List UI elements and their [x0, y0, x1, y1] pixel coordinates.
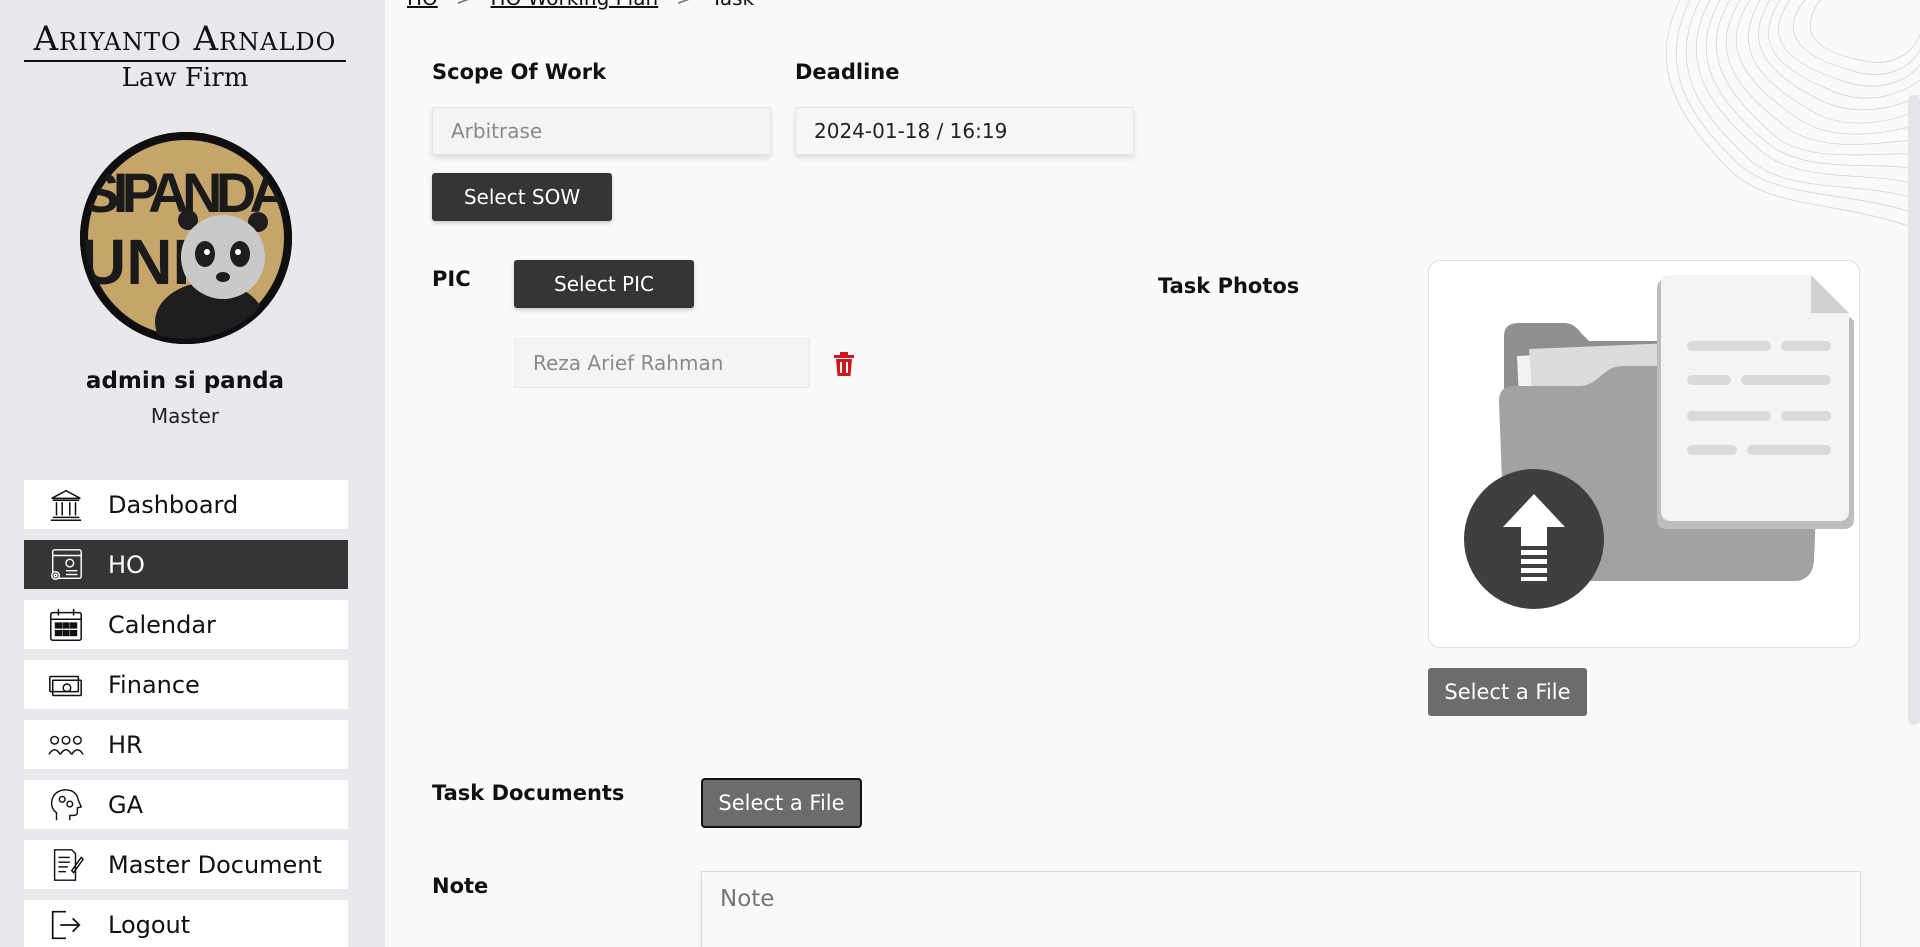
sidebar-edge — [372, 0, 385, 910]
sidebar-item-label: Master Document — [108, 850, 322, 879]
scrollbar[interactable] — [1908, 95, 1920, 725]
task-photos-label: Task Photos — [1158, 274, 1300, 298]
scope-of-work-field[interactable]: Arbitrase — [432, 107, 771, 155]
office-settings-icon — [36, 540, 96, 589]
sidebar-item-label: Calendar — [108, 610, 216, 639]
sidebar-item-label: GA — [108, 790, 144, 819]
brand-rule — [24, 60, 346, 62]
sidebar-item-dashboard[interactable]: Dashboard — [24, 480, 348, 529]
sidebar-item-label: HR — [108, 730, 143, 759]
trash-icon[interactable] — [833, 352, 855, 376]
task-documents-label: Task Documents — [432, 781, 625, 805]
sidebar-item-label: Dashboard — [108, 490, 239, 519]
breadcrumb-ho[interactable]: HO — [407, 0, 438, 10]
sidebar-nav: Dashboard HO Calendar Finance HR GA Mast… — [24, 480, 348, 947]
sidebar-item-finance[interactable]: Finance — [24, 660, 348, 709]
document-edit-icon — [36, 840, 96, 889]
select-document-file-button[interactable]: Select a File — [701, 778, 862, 828]
sidebar-item-label: HO — [108, 550, 145, 579]
sidebar-item-master-document[interactable]: Master Document — [24, 840, 348, 889]
logout-icon — [36, 900, 96, 947]
upload-illustration-icon — [1464, 275, 1854, 609]
brand-name: Ariyanto Arnaldo — [33, 19, 337, 59]
pic-label: PIC — [432, 267, 471, 291]
profile-name: admin si panda — [85, 368, 285, 394]
breadcrumb: HO > HO Working Plan > Task — [407, 0, 754, 10]
note-label: Note — [432, 874, 489, 898]
breadcrumb-separator: > — [456, 0, 473, 10]
avatar: SIPANDA UNIK — [80, 132, 292, 344]
deadline-label: Deadline — [795, 60, 900, 84]
bank-icon — [36, 480, 96, 529]
select-photo-file-button[interactable]: Select a File — [1428, 668, 1587, 716]
pic-name-field[interactable]: Reza Arief Rahman — [514, 338, 810, 388]
sidebar-item-label: Finance — [108, 670, 200, 699]
money-icon — [36, 660, 96, 709]
breadcrumb-ho-working-plan[interactable]: HO Working Plan — [491, 0, 659, 10]
sidebar-item-ho[interactable]: HO — [24, 540, 348, 589]
sidebar-item-calendar[interactable]: Calendar — [24, 600, 348, 649]
profile-role: Master — [150, 404, 220, 428]
head-gears-icon — [36, 780, 96, 829]
scope-of-work-label: Scope Of Work — [432, 60, 607, 84]
deadline-field[interactable]: 2024-01-18 / 16:19 — [795, 107, 1134, 155]
sidebar-item-ga[interactable]: GA — [24, 780, 348, 829]
select-sow-button[interactable]: Select SOW — [432, 173, 612, 221]
select-pic-button[interactable]: Select PIC — [514, 260, 694, 308]
brand-logo: Ariyanto Arnaldo Law Firm — [24, 18, 346, 93]
breadcrumb-task: Task — [711, 0, 754, 10]
note-textarea[interactable] — [701, 871, 1861, 947]
sidebar-item-hr[interactable]: HR — [24, 720, 348, 769]
people-icon — [36, 720, 96, 769]
calendar-icon — [36, 600, 96, 649]
wave-decoration — [1665, 0, 1920, 231]
photo-upload-area[interactable] — [1428, 260, 1860, 648]
sidebar-item-logout[interactable]: Logout — [24, 900, 348, 947]
brand-subtitle: Law Firm — [121, 63, 249, 93]
sidebar: Ariyanto Arnaldo Law Firm SIPANDA UNIK a… — [0, 0, 385, 947]
sidebar-item-label: Logout — [108, 910, 191, 939]
breadcrumb-separator: > — [676, 0, 693, 10]
